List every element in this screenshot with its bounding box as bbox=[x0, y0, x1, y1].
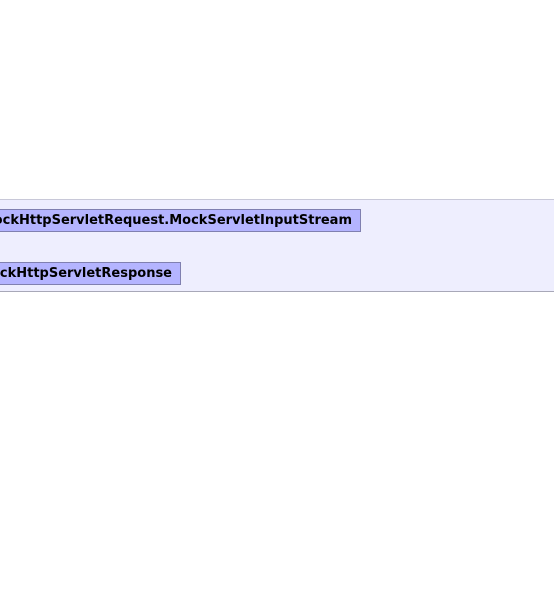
diagram-canvas: MockHttpServletRequest.MockServletInputS… bbox=[0, 0, 554, 597]
class-hierarchy-panel: MockHttpServletRequest.MockServletInputS… bbox=[0, 199, 554, 292]
class-node-label: MockHttpServletResponse bbox=[0, 266, 172, 281]
class-node-label: MockHttpServletRequest.MockServletInputS… bbox=[0, 213, 352, 228]
class-node-mock-servlet-input-stream[interactable]: MockHttpServletRequest.MockServletInputS… bbox=[0, 209, 361, 232]
class-node-mock-http-servlet-response[interactable]: MockHttpServletResponse bbox=[0, 262, 181, 285]
